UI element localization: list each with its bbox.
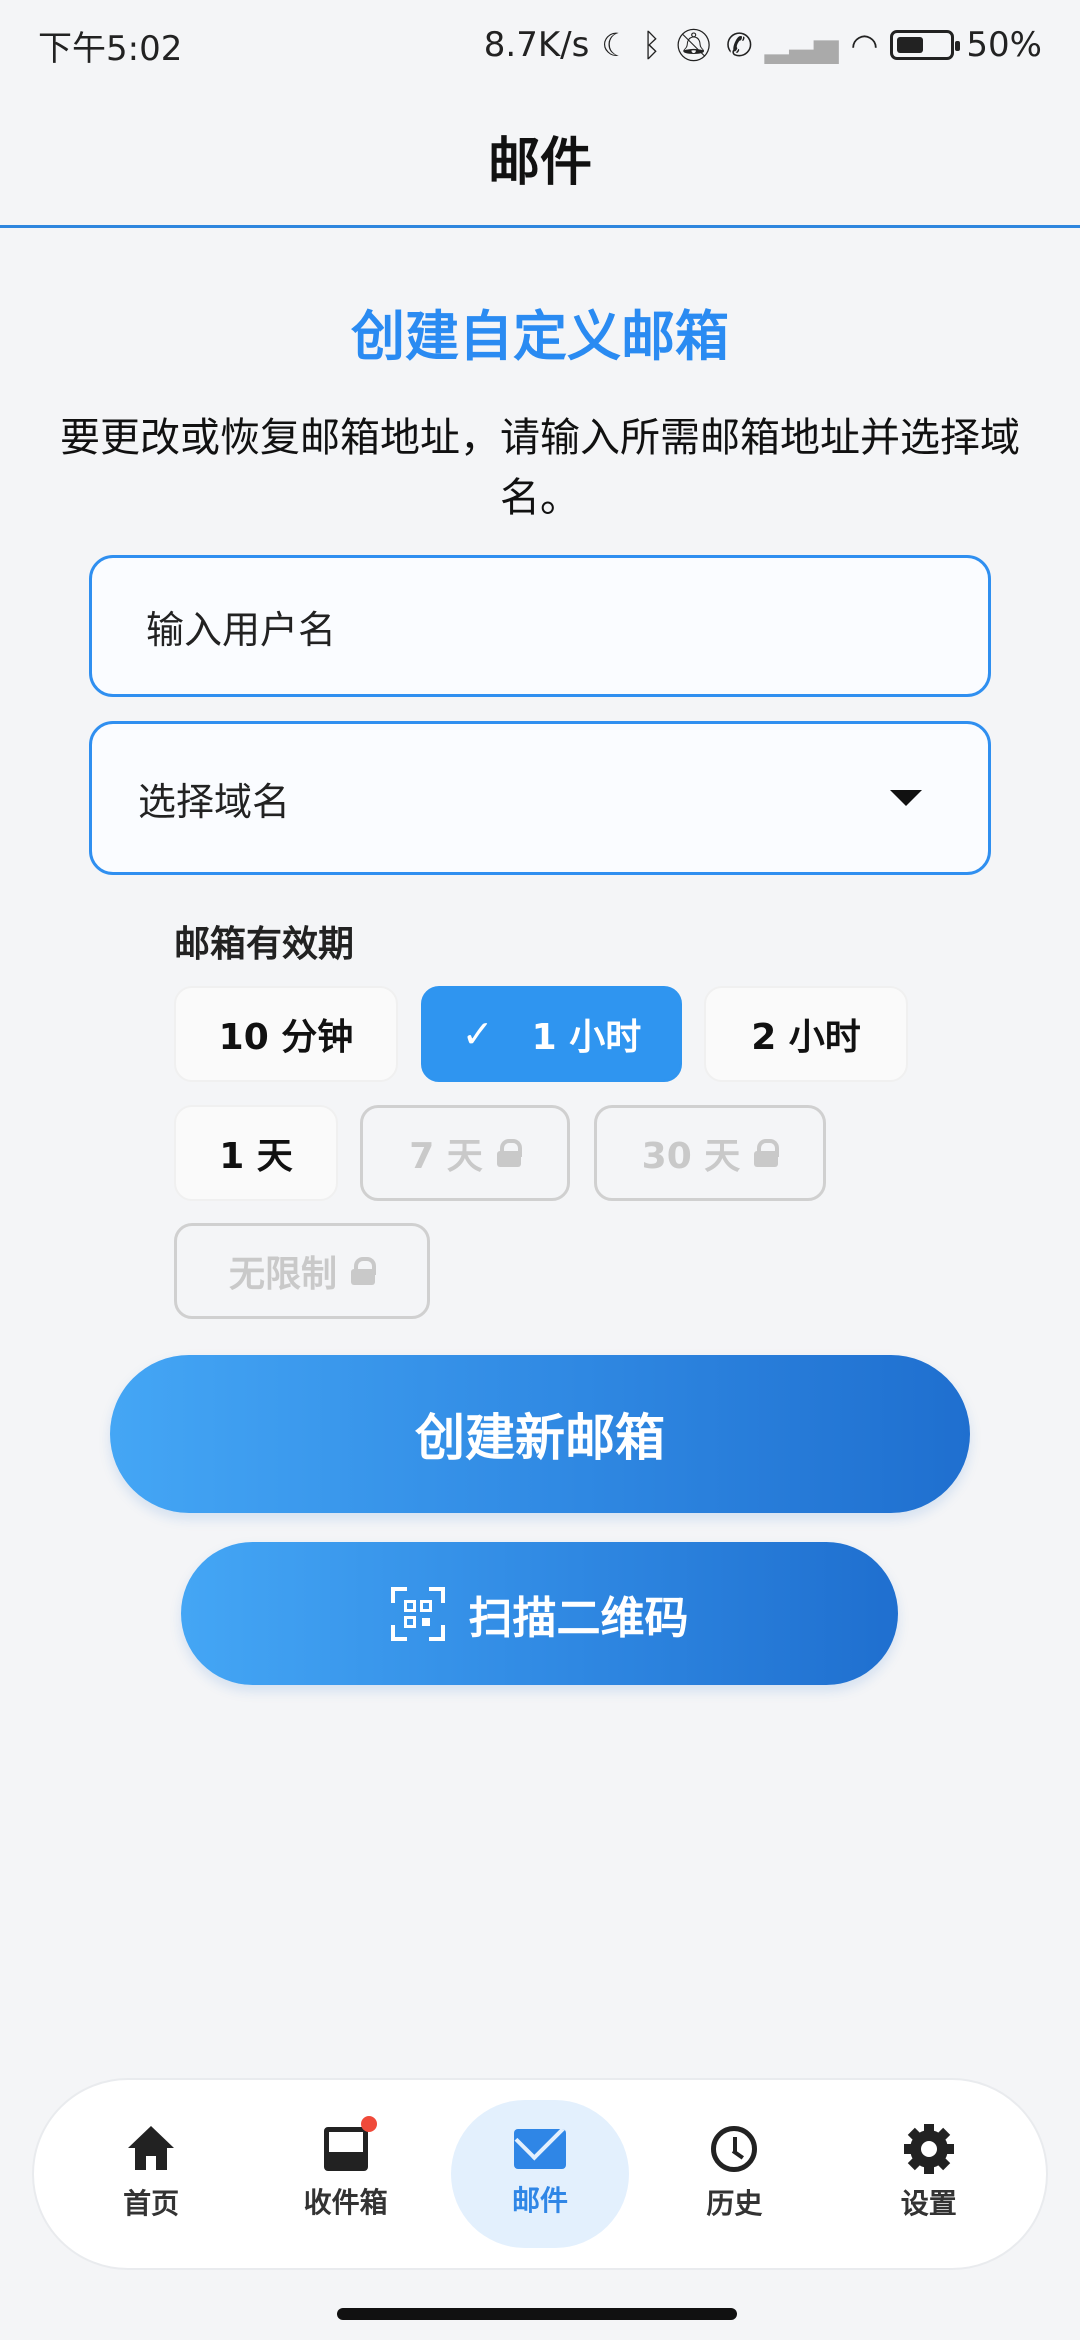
gear-icon <box>903 2124 954 2174</box>
battery-percent: 50% <box>966 25 1042 65</box>
expiry-chip-unlimited[interactable]: 无限制 <box>174 1223 430 1319</box>
lock-icon <box>754 1139 780 1167</box>
chip-label: 2 小时 <box>751 1017 861 1058</box>
expiry-label: 邮箱有效期 <box>174 924 355 965</box>
notification-dot <box>360 2116 377 2132</box>
domain-select[interactable]: 选择域名 <box>89 721 991 875</box>
home-icon <box>126 2126 176 2172</box>
moon-icon: ☾ <box>601 26 631 64</box>
nav-item-settings[interactable]: 设置 <box>840 2100 1018 2248</box>
bottom-navigation: 首页 收件箱 邮件 历史 设置 <box>32 2078 1048 2270</box>
expiry-chip-7day[interactable]: 7 天 <box>360 1105 570 1201</box>
app-bar: 邮件 <box>0 90 1080 228</box>
nav-label: 历史 <box>706 2187 763 2220</box>
chip-label: 7 天 <box>409 1136 483 1177</box>
nav-label: 邮件 <box>511 2184 568 2217</box>
lock-icon <box>496 1139 522 1167</box>
status-icons: 8.7K/s ☾ ᛒ 🔕︎ ✆ ▂▃▅ ◠ 50% <box>484 25 1042 65</box>
network-speed: 8.7K/s <box>483 25 590 65</box>
mute-icon: 🔕︎ <box>673 26 714 64</box>
lock-icon <box>351 1257 376 1285</box>
nav-item-history[interactable]: 历史 <box>645 2100 823 2248</box>
home-indicator[interactable] <box>337 2308 737 2320</box>
chip-label: 10 分钟 <box>218 1017 354 1058</box>
nav-item-inbox[interactable]: 收件箱 <box>257 2100 435 2248</box>
status-bar: 下午5:02 8.7K/s ☾ ᛒ 🔕︎ ✆ ▂▃▅ ◠ 50% <box>0 0 1080 90</box>
expiry-chip-10min[interactable]: 10 分钟 <box>174 986 398 1082</box>
chip-label: 1 小时 <box>531 1017 642 1058</box>
description-text: 要更改或恢复邮箱地址，请输入所需邮箱地址并选择域名。 <box>60 415 1020 521</box>
domain-placeholder: 选择域名 <box>138 779 291 824</box>
page-title: 邮件 <box>487 133 592 193</box>
expiry-chip-1hour[interactable]: ✓ 1 小时 <box>421 986 682 1082</box>
section-heading: 创建自定义邮箱 <box>351 305 729 368</box>
nav-label: 收件箱 <box>303 2186 388 2219</box>
wifi-icon: ◠ <box>850 26 879 64</box>
expiry-chip-1day[interactable]: 1 天 <box>174 1105 338 1201</box>
signal-icon: ▂▃▅ <box>764 26 839 64</box>
status-time: 下午5:02 <box>38 28 183 69</box>
expiry-chip-2hour[interactable]: 2 小时 <box>704 986 908 1082</box>
create-mailbox-button[interactable]: 创建新邮箱 <box>110 1355 970 1513</box>
check-icon: ✓ <box>461 1012 494 1056</box>
chip-label: 无限制 <box>228 1254 337 1295</box>
username-placeholder: 输入用户名 <box>146 607 337 652</box>
nav-label: 首页 <box>123 2187 180 2220</box>
bluetooth-icon: ᛒ <box>642 26 662 64</box>
scan-qr-button[interactable]: 扫描二维码 <box>181 1542 898 1685</box>
chip-label: 1 天 <box>219 1136 293 1177</box>
dropdown-arrow-icon <box>890 790 922 806</box>
mail-icon <box>513 2129 566 2169</box>
nav-item-mail[interactable]: 邮件 <box>450 2100 629 2248</box>
inbox-icon <box>323 2116 377 2171</box>
username-input[interactable]: 输入用户名 <box>89 555 991 697</box>
history-icon <box>711 2126 758 2172</box>
scan-button-label: 扫描二维码 <box>468 1592 689 1644</box>
nav-item-home[interactable]: 首页 <box>62 2100 240 2248</box>
call-icon: ✆ <box>725 26 753 64</box>
expiry-chip-30day[interactable]: 30 天 <box>594 1105 826 1201</box>
nav-label: 设置 <box>900 2187 957 2220</box>
battery-icon <box>890 30 961 60</box>
chip-label: 30 天 <box>641 1136 741 1177</box>
qr-code-icon <box>390 1586 445 1641</box>
